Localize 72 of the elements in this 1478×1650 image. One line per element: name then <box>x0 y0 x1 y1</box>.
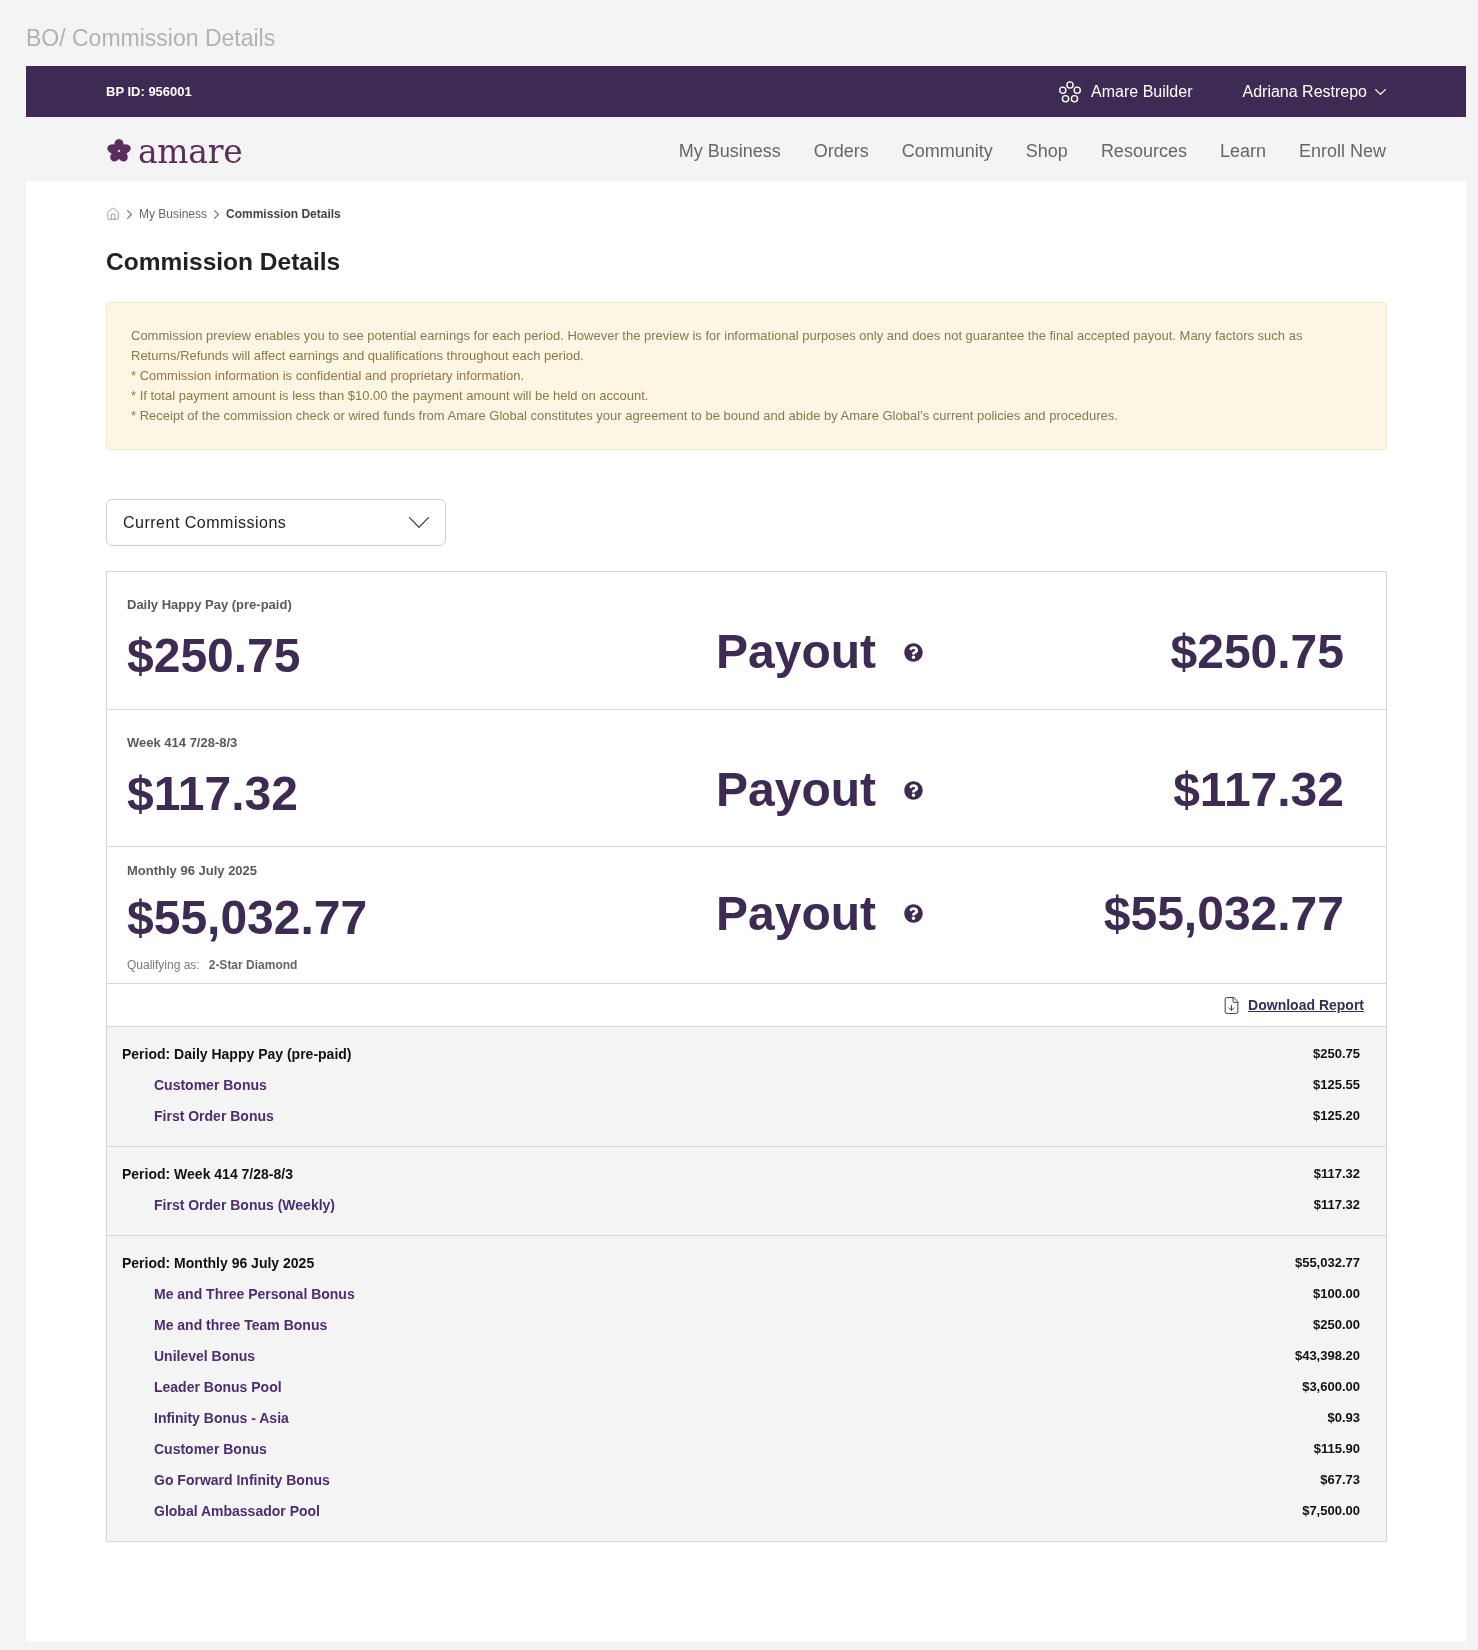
help-icon[interactable] <box>904 904 924 924</box>
bonus-name: Unilevel Bonus <box>154 1347 256 1364</box>
notice-text: Commission preview enables you to see potential earnings for each period. However the preview is for informational purposes only and does not guarantee the final accepted payout. Many factors such as Returns/Refunds will affect earnings and qualifications throughout each period. <box>131 327 1304 365</box>
bonus-amount: $115.90 <box>1313 1441 1360 1456</box>
amount-value: $117.32 <box>127 770 298 818</box>
bonus-amount: $125.20 <box>1313 1108 1360 1123</box>
help-icon[interactable] <box>904 642 924 662</box>
nav-link[interactable]: Enroll New <box>1298 140 1386 162</box>
download-link[interactable]: Download Report <box>1222 995 1364 1015</box>
bonus-amount: $3,600.00 <box>1302 1379 1360 1394</box>
bonus-name: Leader Bonus Pool <box>154 1378 282 1395</box>
bonus-name: Global Ambassador Pool <box>154 1502 320 1519</box>
nav-link[interactable]: Shop <box>1025 140 1068 162</box>
chevron-down-icon <box>409 517 429 528</box>
period-label: Monthly 96 July 2025 <box>127 862 258 880</box>
notice-text: * Receipt of the commission check or wired funds from Amare Global constitutes your agreement to be bound and abide by Amare Global’s current policies and procedures. <box>131 407 1119 425</box>
breadcrumb-current-page: Commission Details <box>226 207 341 221</box>
bonus-amount: $43,398.20 <box>1294 1348 1360 1363</box>
bonus-name: Me and Three Personal Bonus <box>154 1285 355 1302</box>
payout-label: Payout <box>716 889 877 938</box>
chevron-right-icon <box>127 209 132 219</box>
flower-ring-icon <box>1058 79 1083 104</box>
bonus-name: Customer Bonus <box>154 1440 267 1457</box>
bonus-name: Go Forward Infinity Bonus <box>154 1471 330 1488</box>
payout-label: Payout <box>716 766 877 814</box>
nav-link[interactable]: Resources <box>1100 140 1187 162</box>
chevron-down-icon <box>1375 88 1386 95</box>
period-label: Week 414 7/28-8/3 <box>127 734 238 752</box>
bonus-amount: $125.55 <box>1313 1077 1360 1092</box>
nav-link[interactable]: Community <box>901 140 993 162</box>
payout-amount: $250.75 <box>1170 628 1344 677</box>
period-total: $55,032.77 <box>1294 1255 1360 1270</box>
help-icon[interactable] <box>904 780 924 800</box>
amount-value: $250.75 <box>127 632 301 681</box>
nav-link[interactable]: Orders <box>813 140 869 162</box>
bonus-amount: $0.93 <box>1327 1410 1360 1425</box>
period-total: $117.32 <box>1313 1166 1360 1181</box>
bonus-amount: $117.32 <box>1313 1197 1360 1212</box>
chevron-right-icon <box>214 209 220 219</box>
breadcrumb-link[interactable]: My Business <box>139 207 208 221</box>
bonus-name: Infinity Bonus - Asia <box>154 1409 289 1426</box>
nav-link[interactable]: Learn <box>1219 140 1266 162</box>
payout-amount: $55,032.77 <box>1103 889 1344 938</box>
period-label: Daily Happy Pay (pre-paid) <box>127 596 292 614</box>
qualifying-label: Qualifying as: <box>127 957 200 974</box>
bonus-amount: $250.00 <box>1313 1317 1360 1332</box>
bonus-name: Customer Bonus <box>154 1076 267 1093</box>
notice-text: * If total payment amount is less than $10.00 the payment amount will be held on account. <box>131 387 650 405</box>
bonus-name: First Order Bonus (Weekly) <box>154 1196 335 1213</box>
bonus-amount: $67.73 <box>1320 1472 1360 1487</box>
period-title: Period: Daily Happy Pay (pre-paid) <box>122 1045 352 1062</box>
page-heading: Commission Details <box>106 247 341 277</box>
payout-amount: $117.32 <box>1173 766 1344 814</box>
user-menu-button[interactable]: Adriana Restrepo <box>1242 82 1386 101</box>
bonus-name: Me and three Team Bonus <box>154 1316 328 1333</box>
notice-text: * Commission information is confidential and proprietary information. <box>131 367 526 385</box>
logo-link[interactable]: amare <box>106 131 243 171</box>
nav-link[interactable]: My Business <box>678 140 781 162</box>
qualifying-value: 2-Star Diamond <box>208 957 298 974</box>
page-title: BO/ Commission Details <box>26 23 277 53</box>
bonus-amount: $7,500.00 <box>1302 1503 1360 1518</box>
bonus-amount: $100.00 <box>1313 1286 1360 1301</box>
period-title: Period: Week 414 7/28-8/3 <box>122 1165 293 1182</box>
builder-link[interactable]: Amare Builder <box>1058 79 1193 104</box>
period-total: $250.75 <box>1313 1046 1360 1061</box>
bp-id: BP ID: 956001 <box>106 84 192 99</box>
payout-label: Payout <box>716 628 877 677</box>
period-select[interactable]: Current Commissions <box>106 499 446 546</box>
bonus-name: First Order Bonus <box>154 1107 274 1124</box>
period-title: Period: Monthly 96 July 2025 <box>122 1254 315 1271</box>
amount-value: $55,032.77 <box>127 893 368 942</box>
flower-logo-icon <box>106 138 132 164</box>
